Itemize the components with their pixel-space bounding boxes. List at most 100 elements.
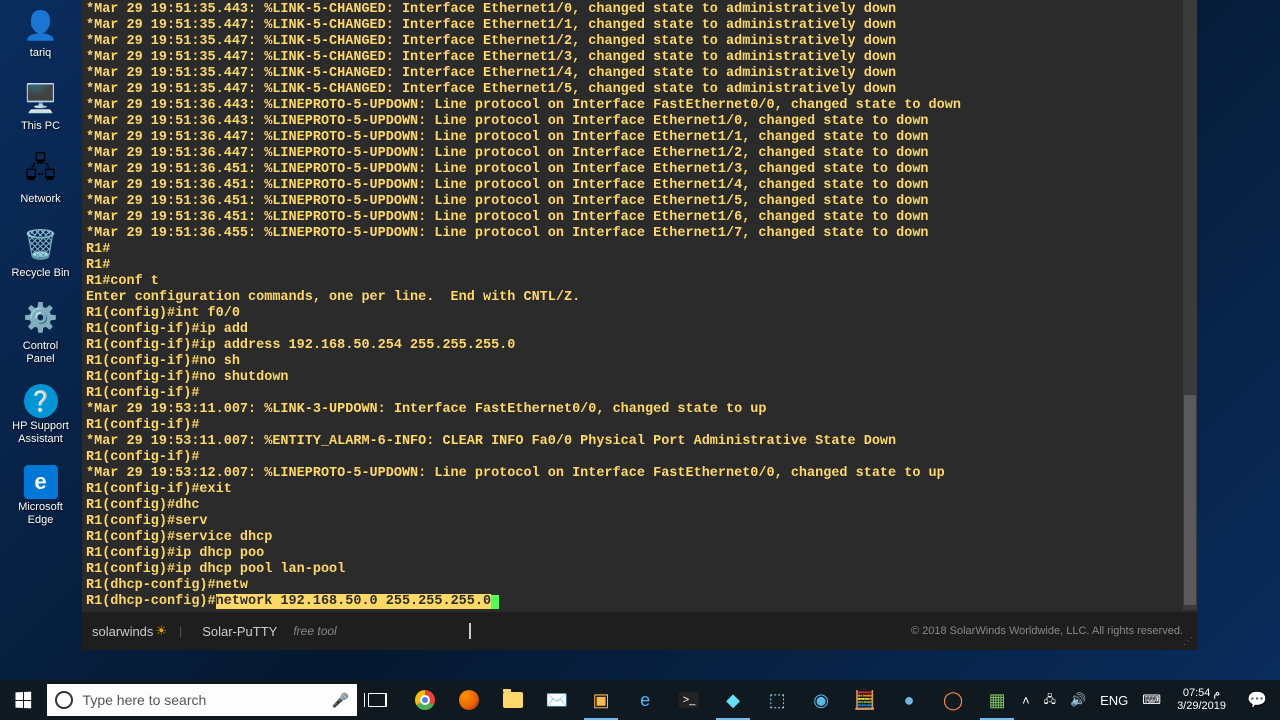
taskbar-app-6[interactable]: ◯ <box>932 680 974 720</box>
free-tool-tag: free tool <box>293 624 336 638</box>
desktop-icon-recycle-bin[interactable]: 🗑️ Recycle Bin <box>8 225 73 280</box>
desktop-icon-label: Recycle Bin <box>11 267 69 280</box>
copyright-text: © 2018 SolarWinds Worldwide, LLC. All ri… <box>911 625 1183 637</box>
tray-chevron-up-icon[interactable]: ˄ <box>1018 693 1034 708</box>
tray-language[interactable]: ENG <box>1096 693 1132 708</box>
desktop-icon-hp-support[interactable]: ❔ HP Support Assistant <box>8 384 73 446</box>
terminal-line: *Mar 29 19:51:36.447: %LINEPROTO-5-UPDOW… <box>86 130 1193 146</box>
taskbar-edge[interactable]: e <box>624 680 666 720</box>
taskbar-app-5[interactable]: ● <box>888 680 930 720</box>
recycle-bin-icon: 🗑️ <box>21 225 61 265</box>
app-icon: ◯ <box>943 690 963 711</box>
terminal-line: *Mar 29 19:51:36.447: %LINEPROTO-5-UPDOW… <box>86 146 1193 162</box>
network-icon: 🖧 <box>21 151 61 191</box>
taskbar-app-3[interactable]: ⬚ <box>756 680 798 720</box>
taskbar-calculator[interactable]: 🧮 <box>844 680 886 720</box>
terminal-line: R1# <box>86 242 1193 258</box>
terminal-line: *Mar 29 19:51:36.443: %LINEPROTO-5-UPDOW… <box>86 114 1193 130</box>
terminal-line: R1(config)#serv <box>86 514 1193 530</box>
app-icon: ▣ <box>593 690 610 711</box>
edge-icon: e <box>24 465 58 499</box>
action-center-button[interactable]: 💬 <box>1238 680 1276 720</box>
taskbar-app-4[interactable]: ◉ <box>800 680 842 720</box>
tray-keyboard-icon[interactable]: ⌨ <box>1138 692 1165 708</box>
task-view-button[interactable] <box>357 680 396 720</box>
terminal-line: R1(config)#ip dhcp poo <box>86 546 1193 562</box>
desktop-icon-label: Control Panel <box>8 340 73 366</box>
windows-taskbar: Type here to search 🎤 ✉️ ▣ e >_ ◆ ⬚ ◉ 🧮 … <box>0 680 1280 720</box>
desktop-icon-network[interactable]: 🖧 Network <box>8 151 73 206</box>
terminal-line: *Mar 29 19:53:11.007: %ENTITY_ALARM-6-IN… <box>86 434 1193 450</box>
terminal-line: *Mar 29 19:51:36.443: %LINEPROTO-5-UPDOW… <box>86 98 1193 114</box>
mail-icon: ✉️ <box>546 690 568 711</box>
desktop-icon-this-pc[interactable]: 🖥️ This PC <box>8 78 73 133</box>
footer-text-caret[interactable] <box>469 623 471 639</box>
solar-putty-status-bar: solarwinds☀ | Solar-PuTTY free tool © 20… <box>82 612 1197 650</box>
terminal-output[interactable]: *Mar 29 19:51:35.443: %LINK-5-CHANGED: I… <box>82 0 1197 612</box>
taskbar-app-2[interactable]: ◆ <box>712 680 754 720</box>
terminal-cursor <box>491 595 499 609</box>
terminal-line: R1(config-if)# <box>86 450 1193 466</box>
taskbar-pinned-apps: ✉️ ▣ e >_ ◆ ⬚ ◉ 🧮 ● ◯ ▦ <box>404 680 1018 720</box>
taskbar-file-explorer[interactable] <box>492 680 534 720</box>
terminal-line: R1# <box>86 258 1193 274</box>
folder-icon <box>503 692 523 708</box>
terminal-line: R1(config-if)#no shutdown <box>86 370 1193 386</box>
desktop-icon-edge[interactable]: e Microsoft Edge <box>8 465 73 527</box>
scrollbar-thumb[interactable] <box>1184 395 1196 605</box>
tray-clock[interactable]: 07:54 م 3/29/2019 <box>1171 687 1232 713</box>
taskbar-solar-putty[interactable]: ▦ <box>976 680 1018 720</box>
cmd-icon: >_ <box>679 692 700 708</box>
solar-putty-window: *Mar 29 19:51:35.443: %LINK-5-CHANGED: I… <box>82 0 1197 650</box>
app-icon: ⬚ <box>769 690 786 711</box>
terminal-line: *Mar 29 19:53:12.007: %LINEPROTO-5-UPDOW… <box>86 466 1193 482</box>
search-placeholder: Type here to search <box>83 692 322 708</box>
taskbar-app-1[interactable]: ▣ <box>580 680 622 720</box>
start-button[interactable] <box>0 680 47 720</box>
desktop-icons-column: 👤 tariq 🖥️ This PC 🖧 Network 🗑️ Recycle … <box>8 5 73 527</box>
desktop-icon-label: tariq <box>30 47 51 60</box>
calculator-icon: 🧮 <box>854 690 876 711</box>
taskbar-search-box[interactable]: Type here to search 🎤 <box>47 684 358 716</box>
terminal-line: R1(config-if)# <box>86 386 1193 402</box>
desktop-icon-tariq[interactable]: 👤 tariq <box>8 5 73 60</box>
taskbar-mail[interactable]: ✉️ <box>536 680 578 720</box>
app-icon: ◉ <box>813 690 829 711</box>
terminal-line: R1(dhcp-config)#netw <box>86 578 1193 594</box>
terminal-line: R1(config)#ip dhcp pool lan-pool <box>86 562 1193 578</box>
terminal-line: R1#conf t <box>86 274 1193 290</box>
system-tray: ˄ 🖧 🔊 ENG ⌨ 07:54 م 3/29/2019 💬 <box>1018 680 1280 720</box>
firefox-icon <box>459 690 479 710</box>
desktop-icon-label: Network <box>20 193 60 206</box>
task-view-icon <box>368 693 386 707</box>
resize-grip-icon[interactable]: ⋰ <box>1183 636 1195 648</box>
microphone-icon[interactable]: 🎤 <box>332 692 349 709</box>
hp-support-icon: ❔ <box>24 384 58 418</box>
terminal-line: *Mar 29 19:51:36.455: %LINEPROTO-5-UPDOW… <box>86 226 1193 242</box>
terminal-line: R1(config-if)#ip add <box>86 322 1193 338</box>
tray-volume-icon[interactable]: 🔊 <box>1066 692 1090 708</box>
this-pc-icon: 🖥️ <box>21 78 61 118</box>
terminal-line: *Mar 29 19:51:36.451: %LINEPROTO-5-UPDOW… <box>86 178 1193 194</box>
terminal-line: *Mar 29 19:51:35.447: %LINK-5-CHANGED: I… <box>86 34 1193 50</box>
desktop-icon-control-panel[interactable]: ⚙️ Control Panel <box>8 298 73 366</box>
taskbar-chrome[interactable] <box>404 680 446 720</box>
desktop-icon-label: HP Support Assistant <box>8 420 73 446</box>
terminal-line: *Mar 29 19:51:35.447: %LINK-5-CHANGED: I… <box>86 18 1193 34</box>
terminal-line: *Mar 29 19:51:35.447: %LINK-5-CHANGED: I… <box>86 66 1193 82</box>
taskbar-cmd[interactable]: >_ <box>668 680 710 720</box>
cortana-icon <box>55 691 73 709</box>
tray-date-text: 3/29/2019 <box>1177 700 1226 713</box>
chrome-icon <box>415 690 435 710</box>
terminal-selected-text: network 192.168.50.0 255.255.255.0 <box>216 594 491 609</box>
terminal-line: R1(config-if)#no sh <box>86 354 1193 370</box>
tray-network-icon[interactable]: 🖧 <box>1040 691 1060 710</box>
terminal-current-line: R1(dhcp-config)#network 192.168.50.0 255… <box>86 594 1193 610</box>
terminal-line: R1(config)#service dhcp <box>86 530 1193 546</box>
terminal-scrollbar[interactable] <box>1183 0 1197 610</box>
terminal-line: R1(config)#dhc <box>86 498 1193 514</box>
solarwinds-logo: solarwinds☀ <box>92 623 167 639</box>
taskbar-firefox[interactable] <box>448 680 490 720</box>
solar-putty-icon: ▦ <box>989 690 1006 711</box>
tray-time-text: 07:54 م <box>1177 687 1226 700</box>
